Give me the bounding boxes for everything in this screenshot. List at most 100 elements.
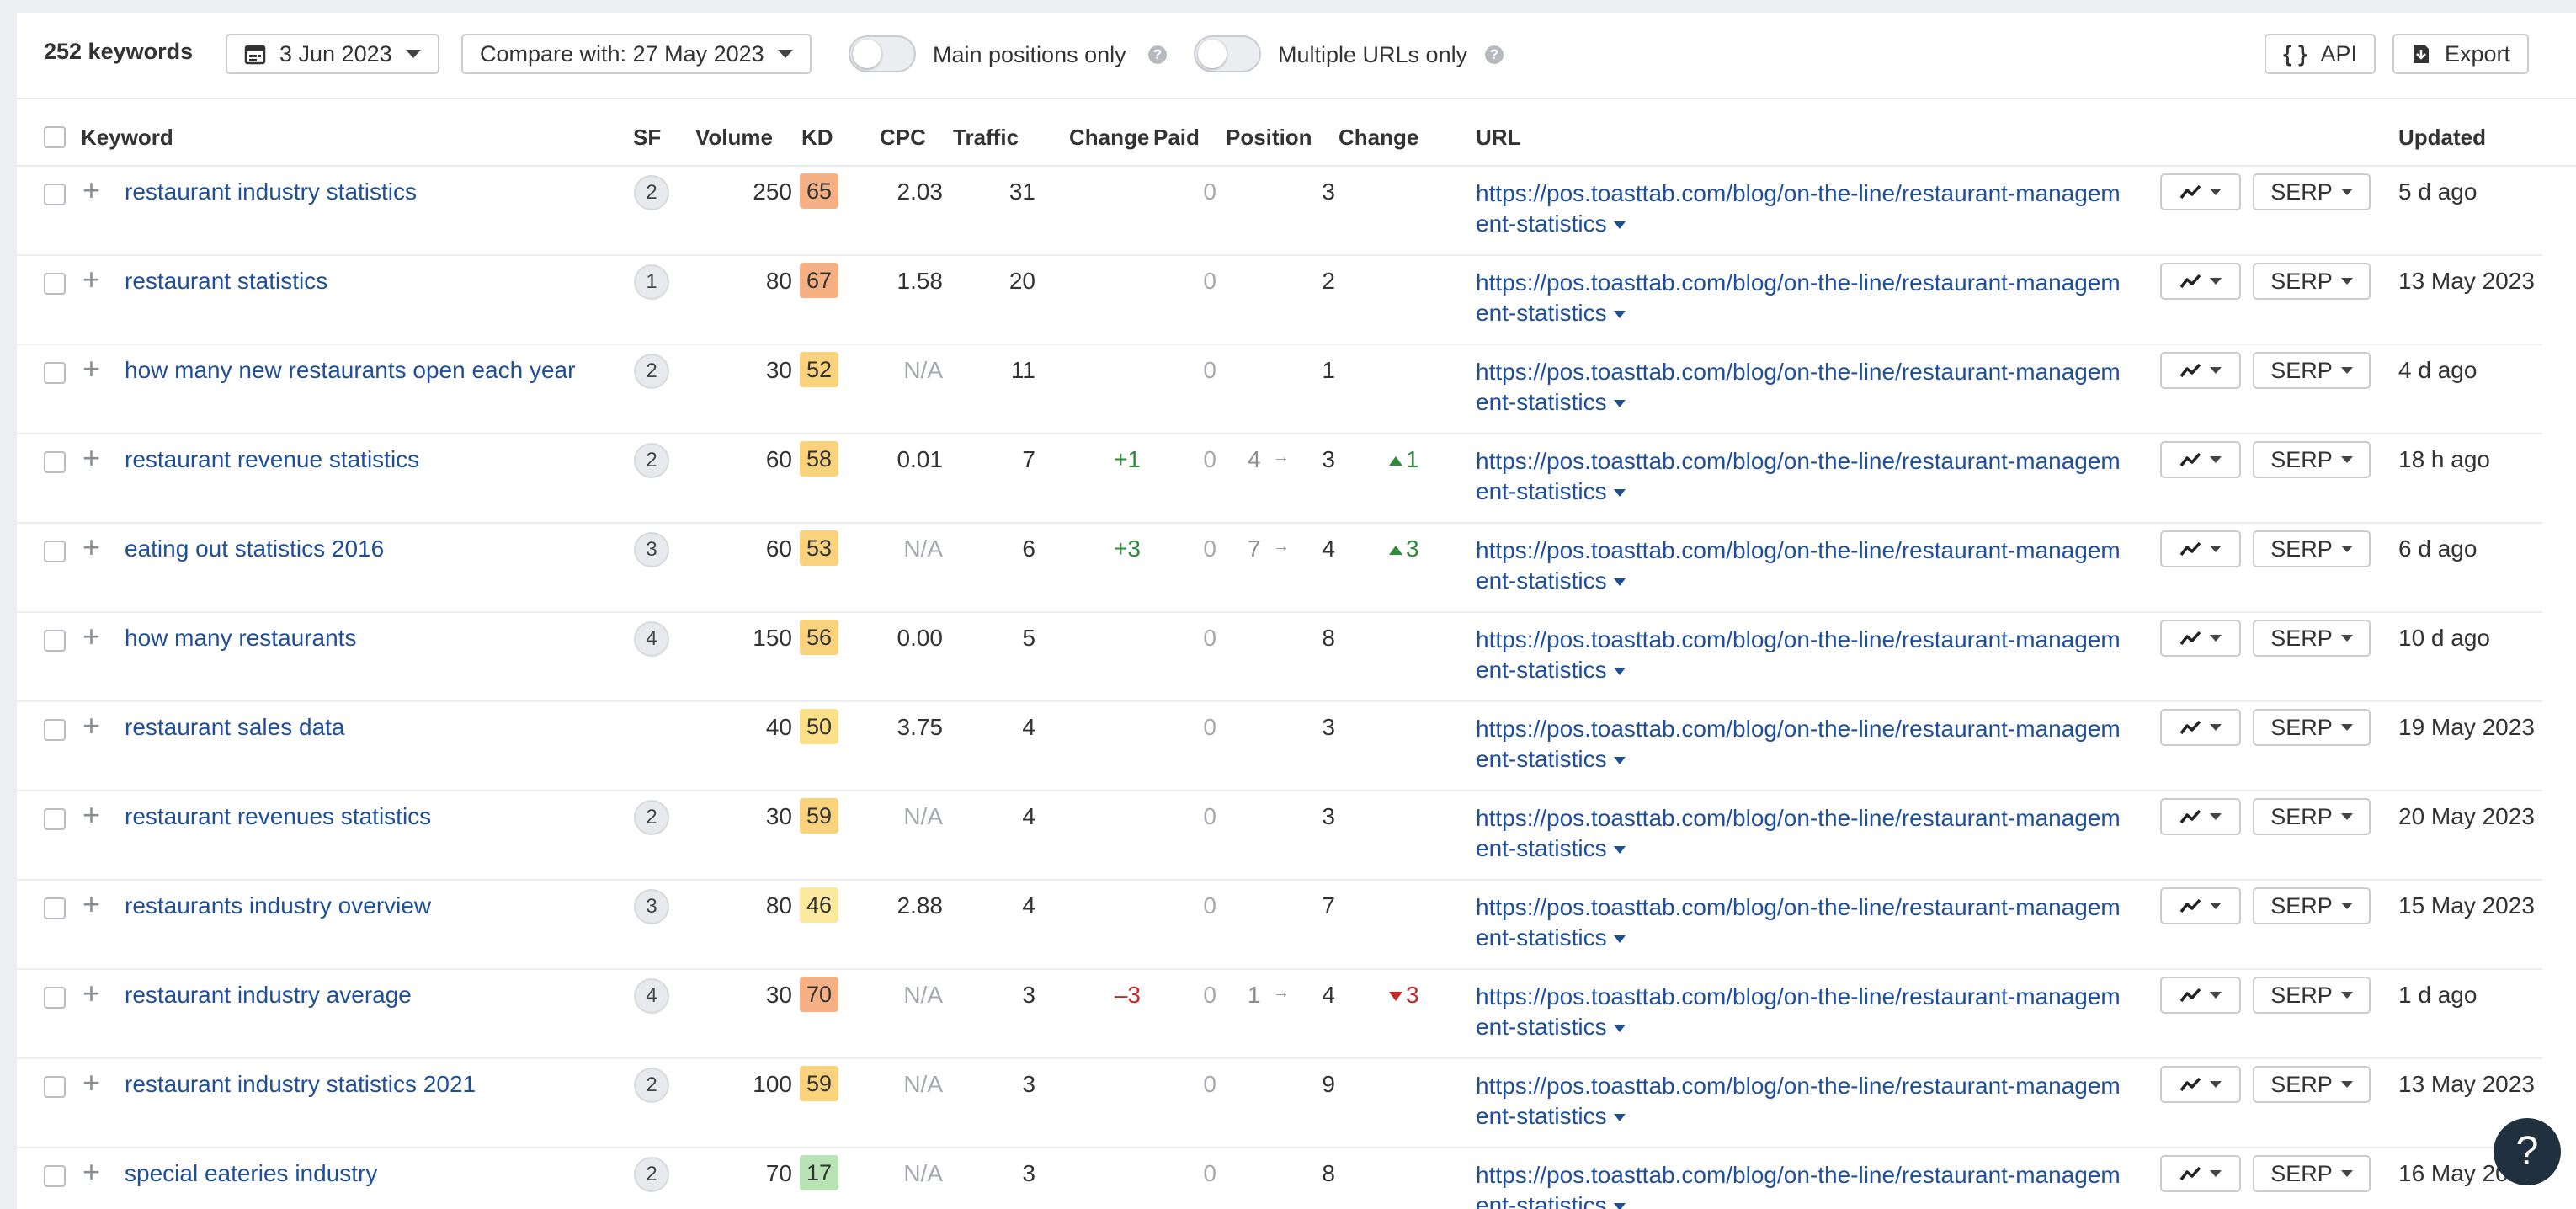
url-text[interactable]: https://pos.toasttab.com/blog/on-the-lin…	[1476, 180, 2121, 237]
caret-down-icon[interactable]	[1613, 935, 1626, 943]
serp-features-badge[interactable]: 2	[634, 800, 669, 835]
col-traffic-change[interactable]: Change	[1069, 125, 1149, 151]
serp-features-badge[interactable]: 4	[634, 978, 669, 1014]
serp-dropdown-button[interactable]: SERP	[2253, 263, 2371, 300]
col-traffic[interactable]: Traffic	[953, 125, 1019, 151]
plus-icon[interactable]: +	[82, 532, 100, 562]
row-checkbox[interactable]	[44, 987, 66, 1009]
url-text[interactable]: https://pos.toasttab.com/blog/on-the-lin…	[1476, 894, 2121, 951]
caret-down-icon[interactable]	[1613, 668, 1626, 675]
serp-dropdown-button[interactable]: SERP	[2253, 887, 2371, 924]
plus-icon[interactable]: +	[82, 711, 100, 741]
keyword-link[interactable]: eating out statistics 2016	[125, 535, 384, 562]
chart-dropdown-button[interactable]	[2160, 798, 2241, 835]
row-checkbox[interactable]	[44, 630, 66, 652]
chart-dropdown-button[interactable]	[2160, 263, 2241, 300]
ranking-url[interactable]: https://pos.toasttab.com/blog/on-the-lin…	[1476, 357, 2132, 418]
ranking-url[interactable]: https://pos.toasttab.com/blog/on-the-lin…	[1476, 625, 2132, 685]
col-updated[interactable]: Updated	[2398, 125, 2486, 151]
serp-features-badge[interactable]: 2	[634, 443, 669, 478]
multiple-urls-toggle[interactable]	[1194, 35, 1261, 72]
chart-dropdown-button[interactable]	[2160, 530, 2241, 567]
serp-features-badge[interactable]: 4	[634, 621, 669, 657]
serp-dropdown-button[interactable]: SERP	[2253, 977, 2371, 1014]
url-text[interactable]: https://pos.toasttab.com/blog/on-the-lin…	[1476, 1162, 2121, 1209]
main-positions-toggle[interactable]	[849, 35, 916, 72]
chart-dropdown-button[interactable]	[2160, 173, 2241, 210]
ranking-url[interactable]: https://pos.toasttab.com/blog/on-the-lin…	[1476, 1071, 2132, 1132]
chart-dropdown-button[interactable]	[2160, 441, 2241, 478]
url-text[interactable]: https://pos.toasttab.com/blog/on-the-lin…	[1476, 983, 2121, 1040]
col-position-change[interactable]: Change	[1339, 125, 1418, 151]
keyword-link[interactable]: how many new restaurants open each year	[125, 357, 575, 384]
chart-dropdown-button[interactable]	[2160, 887, 2241, 924]
chart-dropdown-button[interactable]	[2160, 620, 2241, 657]
plus-icon[interactable]: +	[82, 1068, 100, 1098]
row-checkbox[interactable]	[44, 1165, 66, 1187]
plus-icon[interactable]: +	[82, 621, 100, 652]
caret-down-icon[interactable]	[1613, 1025, 1626, 1032]
keyword-link[interactable]: restaurant industry statistics 2021	[125, 1071, 476, 1098]
row-checkbox[interactable]	[44, 897, 66, 919]
url-text[interactable]: https://pos.toasttab.com/blog/on-the-lin…	[1476, 805, 2121, 861]
caret-down-icon[interactable]	[1613, 578, 1626, 586]
row-checkbox[interactable]	[44, 184, 66, 205]
serp-dropdown-button[interactable]: SERP	[2253, 530, 2371, 567]
compare-with-button[interactable]: Compare with: 27 May 2023	[461, 34, 812, 74]
serp-features-badge[interactable]: 2	[634, 1068, 669, 1103]
col-url[interactable]: URL	[1476, 125, 1520, 151]
row-checkbox[interactable]	[44, 273, 66, 295]
help-chat-button[interactable]: ?	[2494, 1118, 2561, 1185]
serp-features-badge[interactable]: 1	[634, 264, 669, 300]
row-checkbox[interactable]	[44, 451, 66, 473]
caret-down-icon[interactable]	[1613, 846, 1626, 854]
ranking-url[interactable]: https://pos.toasttab.com/blog/on-the-lin…	[1476, 446, 2132, 507]
row-checkbox[interactable]	[44, 362, 66, 384]
keyword-link[interactable]: how many restaurants	[125, 625, 356, 652]
chart-dropdown-button[interactable]	[2160, 352, 2241, 389]
export-button[interactable]: Export	[2392, 34, 2530, 74]
chart-dropdown-button[interactable]	[2160, 977, 2241, 1014]
col-keyword[interactable]: Keyword	[81, 125, 173, 151]
serp-dropdown-button[interactable]: SERP	[2253, 798, 2371, 835]
chart-dropdown-button[interactable]	[2160, 709, 2241, 746]
plus-icon[interactable]: +	[82, 800, 100, 830]
plus-icon[interactable]: +	[82, 175, 100, 205]
caret-down-icon[interactable]	[1613, 311, 1626, 318]
ranking-url[interactable]: https://pos.toasttab.com/blog/on-the-lin…	[1476, 268, 2132, 328]
caret-down-icon[interactable]	[1613, 400, 1626, 407]
row-checkbox[interactable]	[44, 719, 66, 741]
ranking-url[interactable]: https://pos.toasttab.com/blog/on-the-lin…	[1476, 178, 2132, 239]
caret-down-icon[interactable]	[1613, 1114, 1626, 1121]
row-checkbox[interactable]	[44, 808, 66, 830]
serp-dropdown-button[interactable]: SERP	[2253, 173, 2371, 210]
plus-icon[interactable]: +	[82, 264, 100, 295]
url-text[interactable]: https://pos.toasttab.com/blog/on-the-lin…	[1476, 537, 2121, 594]
help-icon[interactable]: ?	[1485, 45, 1504, 64]
ranking-url[interactable]: https://pos.toasttab.com/blog/on-the-lin…	[1476, 535, 2132, 596]
url-text[interactable]: https://pos.toasttab.com/blog/on-the-lin…	[1476, 716, 2121, 772]
url-text[interactable]: https://pos.toasttab.com/blog/on-the-lin…	[1476, 359, 2121, 415]
url-text[interactable]: https://pos.toasttab.com/blog/on-the-lin…	[1476, 448, 2121, 504]
serp-dropdown-button[interactable]: SERP	[2253, 620, 2371, 657]
col-volume[interactable]: Volume	[695, 125, 773, 151]
keyword-link[interactable]: restaurant statistics	[125, 268, 327, 295]
serp-features-badge[interactable]: 3	[634, 889, 669, 924]
ranking-url[interactable]: https://pos.toasttab.com/blog/on-the-lin…	[1476, 714, 2132, 775]
caret-down-icon[interactable]	[1613, 221, 1626, 229]
keyword-link[interactable]: restaurant industry statistics	[125, 178, 417, 205]
ranking-url[interactable]: https://pos.toasttab.com/blog/on-the-lin…	[1476, 982, 2132, 1042]
help-icon[interactable]: ?	[1148, 45, 1167, 64]
serp-features-badge[interactable]: 2	[634, 1157, 669, 1192]
api-button[interactable]: { } API	[2265, 34, 2376, 74]
serp-dropdown-button[interactable]: SERP	[2253, 1155, 2371, 1192]
keyword-link[interactable]: special eateries industry	[125, 1160, 377, 1187]
ranking-url[interactable]: https://pos.toasttab.com/blog/on-the-lin…	[1476, 892, 2132, 953]
plus-icon[interactable]: +	[82, 1157, 100, 1187]
chart-dropdown-button[interactable]	[2160, 1155, 2241, 1192]
ranking-url[interactable]: https://pos.toasttab.com/blog/on-the-lin…	[1476, 803, 2132, 864]
col-kd[interactable]: KD	[801, 125, 833, 151]
col-position[interactable]: Position	[1226, 125, 1312, 151]
row-checkbox[interactable]	[44, 1076, 66, 1098]
plus-icon[interactable]: +	[82, 354, 100, 384]
